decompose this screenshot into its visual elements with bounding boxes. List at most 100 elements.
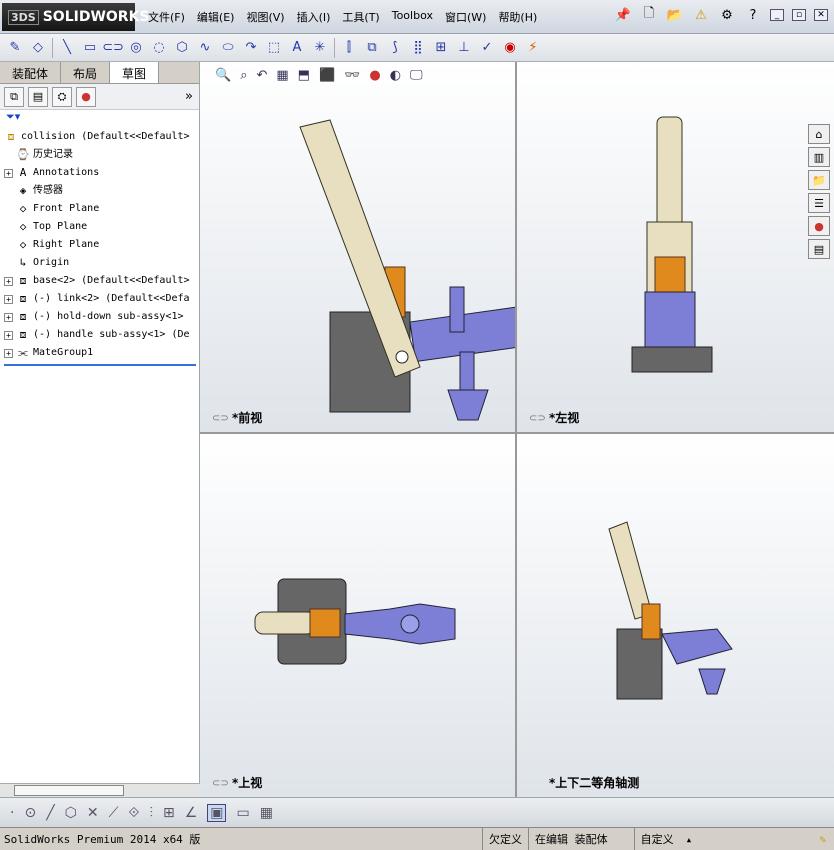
options-icon[interactable]: ⚙ (718, 6, 736, 24)
menu-insert[interactable]: 插入(I) (297, 9, 331, 25)
tree-item[interactable]: ↳ Origin (4, 254, 199, 272)
tree-item[interactable]: + ⧈ (-) link<2> (Default<<Defa (4, 290, 199, 308)
circle-icon[interactable]: ◎ (127, 39, 145, 57)
tree-item[interactable]: + ⧈ base<2> (Default<<Default> (4, 272, 199, 290)
hide-show-items-icon[interactable]: 👓 (344, 68, 360, 83)
slot-icon[interactable]: ⊂⊃ (102, 39, 124, 57)
angle-icon[interactable]: ∠ (185, 805, 198, 821)
rebuild-icon[interactable]: ✎ (819, 833, 826, 846)
wireframe-display-icon[interactable]: ▭ (236, 805, 249, 821)
warning-icon[interactable]: ⚠ (692, 6, 710, 24)
tree-item[interactable]: ◇ Front Plane (4, 200, 199, 218)
feature-tree-icon[interactable]: ⧉ (4, 86, 24, 107)
grid-icon[interactable]: ⊞ (163, 805, 175, 821)
viewport-front[interactable]: ⊂⊃ *前视 (200, 62, 515, 432)
tab-sketch[interactable]: 草图 (110, 62, 160, 83)
plane-icon[interactable]: ⬚ (265, 39, 283, 57)
view-orientation-icon[interactable]: ⬒ (298, 68, 310, 83)
display-style-icon[interactable]: ⬛ (319, 68, 335, 83)
menu-toolbox[interactable]: Toolbox (392, 9, 433, 25)
convert-entities-icon[interactable]: ⧉ (363, 39, 381, 57)
help-icon[interactable]: ? (744, 6, 762, 24)
apply-scene-icon[interactable]: ◐ (390, 68, 401, 83)
expand-icon[interactable]: + (4, 330, 13, 340)
viewport-iso[interactable]: *上下二等角轴测 (517, 434, 834, 797)
tree-item[interactable]: + A Annotations (4, 164, 199, 182)
restore-button[interactable]: ▫ (792, 9, 806, 21)
horizontal-scrollbar[interactable] (0, 783, 200, 797)
shaded-display-icon[interactable]: ▣ (207, 803, 227, 822)
spline-icon[interactable]: ∿ (196, 39, 214, 57)
menu-window[interactable]: 窗口(W) (445, 9, 486, 25)
status-units[interactable]: 自定义 (633, 828, 680, 850)
property-manager-icon[interactable]: ▤ (28, 86, 48, 107)
extend-icon[interactable]: ⟋ (109, 805, 119, 821)
appearances-icon[interactable]: ● (808, 216, 830, 236)
trim-icon[interactable]: ✕ (87, 805, 99, 821)
quick-snaps-icon[interactable]: ◉ (501, 39, 519, 57)
chevron-up-icon[interactable]: ▴ (680, 833, 699, 846)
repair-sketch-icon[interactable]: ✓ (478, 39, 496, 57)
rollback-bar[interactable] (4, 364, 196, 366)
tree-item[interactable]: ◇ Right Plane (4, 236, 199, 254)
view-palette-icon[interactable]: ☰ (808, 193, 830, 213)
expand-panel-icon[interactable]: » (185, 89, 193, 104)
zoom-to-fit-icon[interactable]: 🔍 (215, 68, 231, 83)
text-icon[interactable]: A (288, 39, 306, 57)
pin-icon[interactable]: 📌 (614, 6, 632, 24)
open-folder-icon[interactable]: 📂 (666, 6, 684, 24)
tree-root[interactable]: ⧈ collision (Default<<Default> (4, 128, 199, 146)
offset-icon[interactable]: ⟆ (386, 39, 404, 57)
rectangle-icon[interactable]: ▭ (81, 39, 99, 57)
smart-dimension-icon[interactable]: ◇ (29, 39, 47, 57)
tree-item[interactable]: ⌚ 历史记录 (4, 146, 199, 164)
filter-icon[interactable]: ⏷▾ (0, 110, 199, 128)
close-button[interactable]: ✕ (814, 9, 828, 21)
circle-icon[interactable]: ⊙ (24, 805, 36, 821)
trim-icon[interactable]: ⫿ (340, 39, 358, 57)
solidworks-logo[interactable]: 3DS SOLIDWORKS (2, 3, 150, 31)
tree-item[interactable]: ◈ 传感器 (4, 182, 199, 200)
pattern-icon[interactable]: ⫶ (149, 805, 153, 821)
tree-item[interactable]: + ⧈ (-) handle sub-assy<1> (De (4, 326, 199, 344)
arc-icon[interactable]: ◌ (150, 39, 168, 57)
point-icon[interactable]: · (10, 805, 14, 821)
fillet-icon[interactable]: ↷ (242, 39, 260, 57)
menu-edit[interactable]: 编辑(E) (197, 9, 235, 25)
mirror-icon[interactable]: ⟐ (128, 805, 139, 821)
viewport-left[interactable]: ⊂⊃ *左视 (517, 62, 834, 432)
minimize-button[interactable]: _ (770, 9, 784, 21)
display-manager-icon[interactable]: ● (76, 86, 96, 107)
menu-tools[interactable]: 工具(T) (342, 9, 379, 25)
menu-file[interactable]: 文件(F) (148, 9, 185, 25)
line-icon[interactable]: ╲ (58, 39, 76, 57)
previous-view-icon[interactable]: ↶ (256, 68, 267, 83)
zoom-to-area-icon[interactable]: ⌕ (240, 68, 247, 83)
ellipse-icon[interactable]: ⬭ (219, 39, 237, 57)
tab-assembly[interactable]: 装配体 (0, 62, 62, 83)
expand-icon[interactable]: + (4, 168, 13, 178)
polygon-icon[interactable]: ⬡ (65, 805, 77, 821)
point-icon[interactable]: ✳ (311, 39, 329, 57)
design-library-icon[interactable]: ▥ (808, 147, 830, 167)
rapid-sketch-icon[interactable]: ⚡ (524, 39, 542, 57)
graphics-area[interactable]: ⊂⊃ *前视 ⊂⊃ *左视 ⊂⊃ *上视 *上下二等角轴测 (200, 62, 834, 797)
configuration-manager-icon[interactable]: ⛭ (52, 86, 72, 107)
home-icon[interactable]: ⌂ (808, 124, 830, 144)
tree-item[interactable]: + ⧈ (-) hold-down sub-assy<1> (4, 308, 199, 326)
table-display-icon[interactable]: ▦ (260, 805, 273, 821)
expand-icon[interactable]: + (4, 294, 13, 304)
relations-icon[interactable]: ⊥ (455, 39, 473, 57)
expand-icon[interactable]: + (4, 276, 13, 286)
tree-item[interactable]: + ⫘ MateGroup1 (4, 344, 199, 362)
line-icon[interactable]: ╱ (46, 805, 54, 821)
move-entities-icon[interactable]: ⊞ (432, 39, 450, 57)
expand-icon[interactable]: + (4, 348, 13, 358)
section-view-icon[interactable]: ▦ (276, 68, 288, 83)
custom-properties-icon[interactable]: ▤ (808, 239, 830, 259)
edit-appearance-icon[interactable]: ● (369, 68, 380, 83)
menu-view[interactable]: 视图(V) (246, 9, 284, 25)
polygon-icon[interactable]: ⬡ (173, 39, 191, 57)
tab-layout[interactable]: 布局 (61, 62, 111, 83)
file-explorer-icon[interactable]: 📁 (808, 170, 830, 190)
